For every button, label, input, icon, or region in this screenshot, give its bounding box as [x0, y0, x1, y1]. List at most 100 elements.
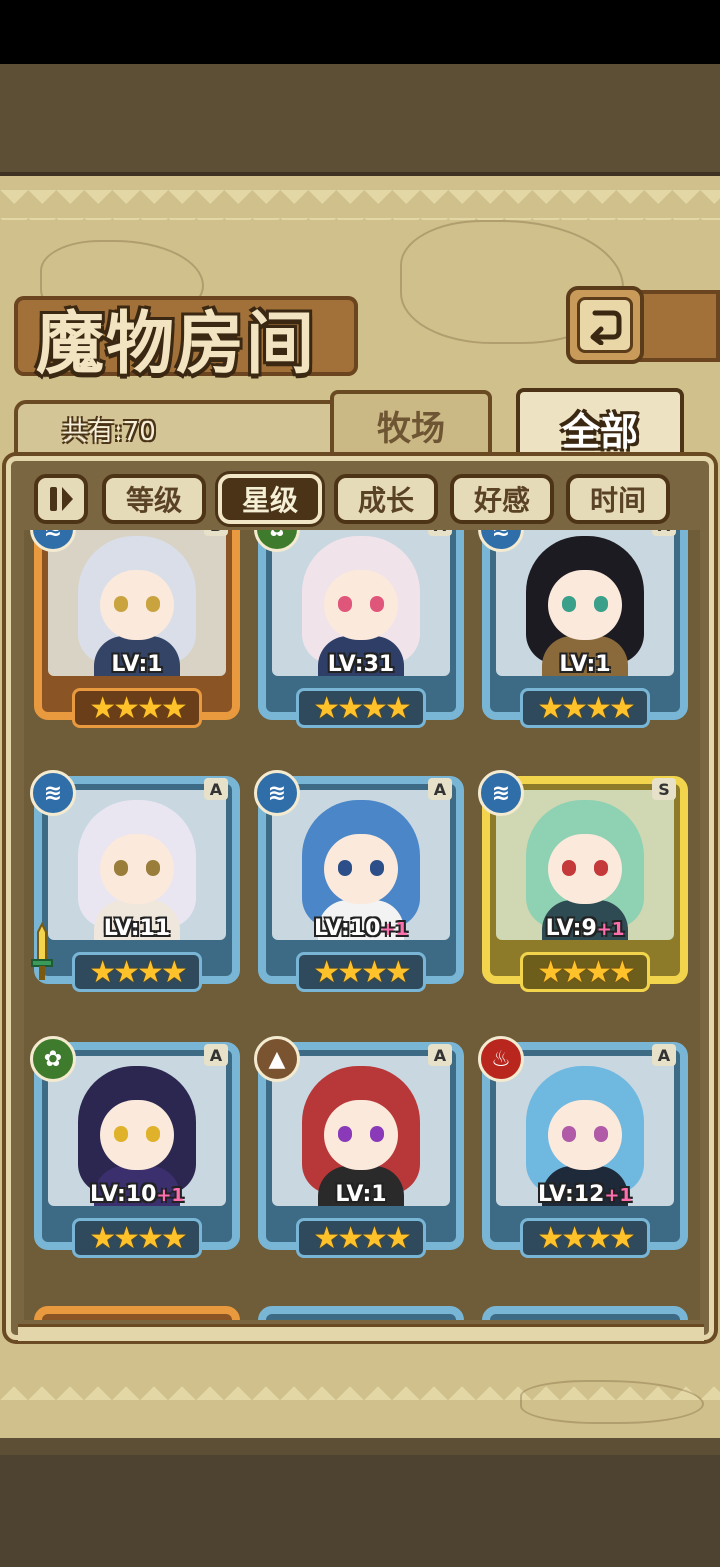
fire-element-icon: ♨ — [478, 1036, 524, 1082]
back-button[interactable] — [566, 286, 644, 364]
star-rating: ★★★★ — [296, 1218, 426, 1258]
filter-level[interactable]: 等级 — [102, 474, 206, 524]
portrait-eye — [562, 596, 576, 612]
portrait-eye — [146, 860, 160, 876]
page-title: 魔物房间 — [36, 304, 317, 384]
level-bonus: +1 — [156, 1185, 185, 1206]
monster-card[interactable]: A ≋ LV:11 ★★★★ — [30, 770, 240, 1008]
monster-card[interactable] — [482, 1306, 688, 1320]
rank-badge: A — [428, 778, 452, 800]
rank-badge: A — [428, 530, 452, 536]
bottom-background — [0, 1455, 720, 1567]
monster-card[interactable]: S ≋ LV:9+1 ★★★★ — [478, 770, 688, 1008]
portrait-face — [100, 570, 174, 640]
level-text: LV:1 — [111, 652, 163, 677]
water-element-icon: ≋ — [254, 770, 300, 816]
monster-card[interactable]: A ▲ LV:1 ★★★★ — [254, 1036, 464, 1274]
torn-edge-top — [0, 190, 720, 220]
filter-growth[interactable]: 成长 — [334, 474, 438, 524]
filter-time[interactable]: 时间 — [566, 474, 670, 524]
portrait-eye — [338, 860, 352, 876]
rank-badge: A — [204, 1044, 228, 1066]
monster-level: LV:10+1 — [34, 1182, 240, 1207]
monster-level: LV:31 — [258, 652, 464, 677]
star-rating: ★★★★ — [72, 1218, 202, 1258]
monster-card[interactable] — [258, 1306, 464, 1320]
star-rating: ★★★★ — [296, 952, 426, 992]
portrait-eye — [594, 596, 608, 612]
portrait-face — [548, 570, 622, 640]
portrait-eye — [114, 1126, 128, 1142]
earth-element-icon: ▲ — [254, 1036, 300, 1082]
monster-card[interactable]: A ✿ LV:31 ★★★★ — [254, 530, 464, 744]
portrait-eye — [338, 596, 352, 612]
sword-icon — [31, 922, 53, 980]
monster-level: LV:10+1 — [258, 916, 464, 941]
monster-level: LV:9+1 — [482, 916, 688, 941]
portrait-face — [548, 1100, 622, 1170]
tab-farm[interactable]: 牧场 — [330, 390, 492, 456]
monster-level: LV:12+1 — [482, 1182, 688, 1207]
filter-affection[interactable]: 好感 — [450, 474, 554, 524]
portrait-eye — [370, 596, 384, 612]
level-bonus: +1 — [604, 1185, 633, 1206]
monster-level: LV:11 — [34, 916, 240, 941]
level-text: LV:1 — [335, 1182, 387, 1207]
filter-stars[interactable]: 星级 — [218, 474, 322, 524]
star-rating: ★★★★ — [520, 1218, 650, 1258]
portrait-face — [324, 834, 398, 904]
pause-icon — [50, 487, 73, 511]
rank-badge: A — [428, 1044, 452, 1066]
monster-count: 共有:70 — [62, 417, 156, 447]
rank-badge: A — [652, 1044, 676, 1066]
star-rating: ★★★★ — [296, 688, 426, 728]
portrait-eye — [594, 860, 608, 876]
portrait-face — [100, 1100, 174, 1170]
tab-all[interactable]: 全部 — [516, 388, 684, 464]
rank-badge: A — [652, 530, 676, 536]
monster-card[interactable] — [34, 1306, 240, 1320]
card-frame — [482, 1306, 688, 1320]
level-text: LV:12 — [537, 1182, 605, 1207]
monster-card[interactable]: A ≋ LV:1 ★★★★ — [478, 530, 688, 744]
star-rating: ★★★★ — [72, 952, 202, 992]
level-bonus: +1 — [596, 919, 625, 940]
panel-footer — [18, 1324, 704, 1344]
portrait-face — [548, 834, 622, 904]
portrait-eye — [562, 860, 576, 876]
level-text: LV:10 — [313, 916, 381, 941]
star-rating: ★★★★ — [520, 952, 650, 992]
monster-level: LV:1 — [258, 1182, 464, 1207]
portrait-eye — [114, 596, 128, 612]
portrait-face — [324, 1100, 398, 1170]
monster-level: LV:1 — [34, 652, 240, 677]
level-text: LV:11 — [103, 916, 171, 941]
portrait-eye — [562, 1126, 576, 1142]
monster-card[interactable]: A ♨ LV:12+1 ★★★★ — [478, 1036, 688, 1274]
portrait-eye — [114, 860, 128, 876]
portrait-face — [324, 570, 398, 640]
portrait-face — [100, 834, 174, 904]
portrait-eye — [338, 1126, 352, 1142]
map-decoration — [520, 1380, 704, 1424]
rank-badge: S — [652, 778, 676, 800]
level-text: LV:9 — [545, 916, 597, 941]
card-frame — [258, 1306, 464, 1320]
monster-card[interactable]: A ≋ LV:10+1 ★★★★ — [254, 770, 464, 1008]
rank-badge: B — [204, 530, 228, 536]
level-text: LV:31 — [327, 652, 395, 677]
sort-order-button[interactable] — [34, 474, 88, 524]
monster-card[interactable]: A ✿ LV:10+1 ★★★★ — [30, 1036, 240, 1274]
grass-element-icon: ✿ — [30, 1036, 76, 1082]
portrait-eye — [594, 1126, 608, 1142]
monster-grid[interactable]: B ≋ LV:1 ★★★★ A ✿ LV:31 ★★★★ A ≋ — [24, 530, 700, 1320]
portrait-eye — [146, 1126, 160, 1142]
star-rating: ★★★★ — [72, 688, 202, 728]
monster-card[interactable]: B ≋ LV:1 ★★★★ — [30, 530, 240, 744]
level-bonus: +1 — [380, 919, 409, 940]
status-bar — [0, 0, 720, 64]
portrait-eye — [370, 860, 384, 876]
water-element-icon: ≋ — [478, 770, 524, 816]
rank-badge: A — [204, 778, 228, 800]
return-arrow-icon — [577, 297, 633, 353]
